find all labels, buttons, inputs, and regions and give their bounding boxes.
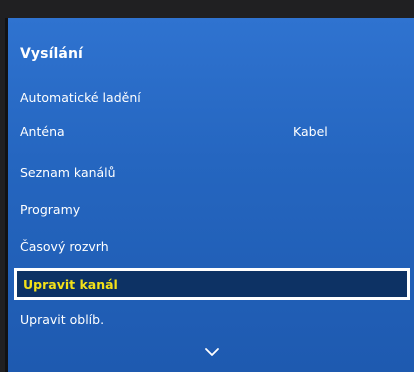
menu-item-channel-list[interactable]: Seznam kanálů [8,156,414,190]
menu-item-label: Programy [20,202,81,217]
antenna-value: Kabel [293,124,328,139]
menu-item-label: Upravit oblíb. [20,312,105,327]
menu-item-edit-channel[interactable]: Upravit kanál [14,268,410,300]
menu-item-antenna[interactable]: Anténa Kabel [8,115,414,149]
menu-item-label: Časový rozvrh [20,239,109,254]
menu-item-label: Anténa [20,124,65,139]
menu-item-edit-favorites[interactable]: Upravit oblíb. [8,303,414,337]
chevron-down-icon[interactable] [204,346,220,358]
menu-item-auto-tuning[interactable]: Automatické ladění [8,81,414,115]
menu-item-schedule[interactable]: Časový rozvrh [8,230,414,264]
menu-item-label: Automatické ladění [20,90,141,105]
menu-item-programs[interactable]: Programy [8,193,414,227]
panel-title: Vysílání [20,46,83,62]
menu-item-label: Seznam kanálů [20,165,116,180]
menu-item-label: Upravit kanál [23,277,118,292]
